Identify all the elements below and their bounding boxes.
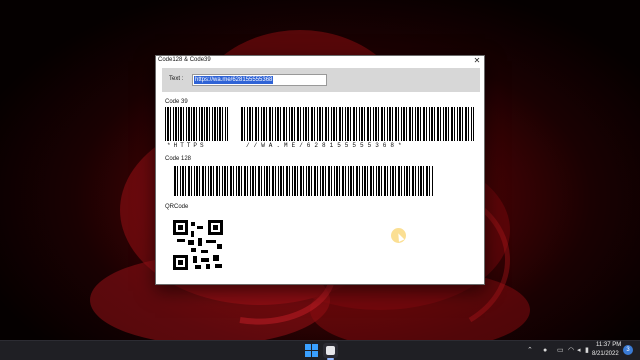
text-input-panel: Text : https://wa.me/628155555368 [162,68,480,92]
speaker-icon[interactable]: ◂ [577,346,581,356]
microphone-icon[interactable]: ● [543,346,547,356]
qr-finder-top-right [208,220,223,235]
code128-barcode [174,166,434,196]
code39-caption-right: //WA.ME/628155555368* [246,142,406,149]
qr-module [191,231,194,237]
text-input[interactable]: https://wa.me/628155555368 [192,74,327,86]
qr-module [206,264,210,269]
barcode-app-window: Code128 & Code39 ✕ Text : https://wa.me/… [155,55,485,285]
windows-start-icon[interactable] [305,344,318,357]
text-label: Text : [169,76,184,82]
window-title: Code128 & Code39 [158,57,211,63]
qr-module [215,264,222,268]
qr-module [191,222,195,226]
qr-code [173,220,223,270]
qr-module [201,258,209,262]
wifi-icon[interactable]: ◠ [568,346,574,356]
qr-module [217,244,222,249]
chevron-up-icon[interactable]: ⌃ [527,346,533,356]
code39-label: Code 39 [165,99,188,105]
language-icon[interactable]: ▭ [557,346,564,356]
qr-finder-top-left [173,220,188,235]
taskbar: ⌃ ● ▭ ◠ ◂ ▮ 11:37 PM 8/21/2022 3 [0,340,640,360]
battery-icon[interactable]: ▮ [585,346,589,356]
qr-module [198,238,202,246]
clock-date[interactable]: 8/21/2022 [592,351,619,357]
qr-module [206,240,216,243]
qr-module [197,226,203,229]
qr-module [191,248,196,252]
text-input-value: https://wa.me/628155555368 [194,76,274,84]
code39-barcode-right [241,107,474,141]
notification-badge[interactable]: 3 [623,345,633,355]
barcode-app-glyph [326,346,335,355]
qr-module [201,250,208,253]
qr-finder-bottom-left [173,255,188,270]
qr-module [193,256,197,263]
qr-module [195,265,201,269]
barcode-app-icon[interactable] [323,343,338,358]
close-button[interactable]: ✕ [472,56,482,66]
code39-caption-left: *HTTPS [167,142,207,149]
qr-module [188,240,194,245]
code39-barcode-left [165,107,228,141]
qrcode-label: QRCode [165,204,189,210]
qr-module [177,239,185,242]
qr-module [213,255,219,261]
code128-label: Code 128 [165,156,192,162]
window-titlebar[interactable]: Code128 & Code39 ✕ [156,56,484,67]
clock-time[interactable]: 11:37 PM [596,342,621,348]
